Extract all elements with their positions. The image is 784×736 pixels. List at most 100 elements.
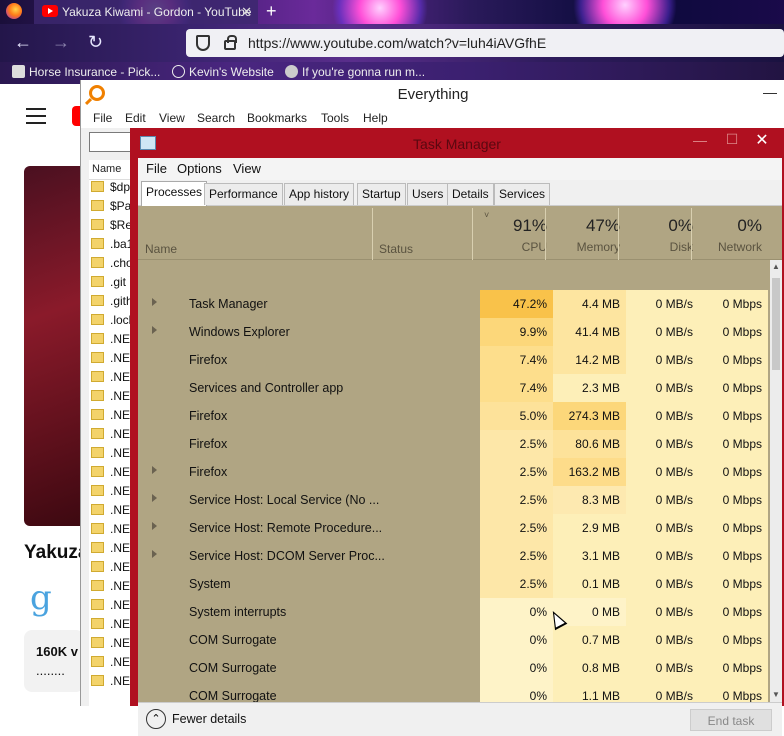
process-row[interactable]: Firefox 2.5% 163.2 MB 0 MB/s 0 Mbps xyxy=(138,458,768,486)
process-row[interactable]: Service Host: Local Service (No ... 2.5% 8… xyxy=(138,486,768,514)
column-divider[interactable] xyxy=(618,208,619,260)
lock-icon[interactable] xyxy=(224,35,237,50)
file-name: .git xyxy=(110,275,127,289)
expand-arrow-icon[interactable] xyxy=(152,466,157,474)
menu-file[interactable]: File xyxy=(146,161,167,176)
expand-arrow-icon[interactable] xyxy=(152,494,157,502)
everything-title-bar[interactable]: Everything — xyxy=(81,80,784,108)
process-row[interactable]: Service Host: Remote Procedure... 2.5% 2.9… xyxy=(138,514,768,542)
column-header-name[interactable]: Name xyxy=(145,242,177,256)
process-row[interactable]: Firefox 5.0% 274.3 MB 0 MB/s 0 Mbps xyxy=(138,402,768,430)
bookmark-run-m[interactable]: If you're gonna run m... xyxy=(285,65,425,79)
chevron-up-icon[interactable]: ⌃ xyxy=(146,709,166,729)
firefox-logo-icon[interactable] xyxy=(6,3,22,19)
process-row[interactable]: Firefox 2.5% 80.6 MB 0 MB/s 0 Mbps xyxy=(138,430,768,458)
process-row[interactable]: System 2.5% 0.1 MB 0 MB/s 0 Mbps xyxy=(138,570,768,598)
video-description-box[interactable]: 160K v ........ xyxy=(24,630,84,692)
column-divider[interactable] xyxy=(372,208,373,260)
process-disk: 0 MB/s xyxy=(626,570,699,598)
folder-icon xyxy=(91,257,104,268)
process-memory: 8.3 MB xyxy=(553,486,626,514)
bookmark-horse-insurance[interactable]: Horse Insurance - Pick... xyxy=(12,65,160,79)
expand-arrow-icon[interactable] xyxy=(152,550,157,558)
process-network: 0 Mbps xyxy=(699,318,768,346)
process-table-scrollbar[interactable]: ▲ ▼ xyxy=(770,260,782,702)
menu-file[interactable]: File xyxy=(93,111,112,125)
folder-icon xyxy=(91,561,104,572)
expand-arrow-icon[interactable] xyxy=(152,326,157,334)
process-memory: 2.9 MB xyxy=(553,514,626,542)
maximize-icon[interactable]: ☐ xyxy=(722,131,742,148)
minimize-icon[interactable]: — xyxy=(763,84,777,100)
expand-arrow-icon[interactable] xyxy=(152,298,157,306)
tab-processes[interactable]: Processes xyxy=(141,181,208,206)
menu-view[interactable]: View xyxy=(159,111,185,125)
task-manager-title-bar[interactable]: Task Manager — ☐ ✕ xyxy=(130,128,784,158)
tab-performance[interactable]: Performance xyxy=(204,183,283,205)
process-row[interactable]: Windows Explorer 9.9% 41.4 MB 0 MB/s 0 Mbps xyxy=(138,318,768,346)
column-divider[interactable] xyxy=(545,208,546,260)
expand-arrow-icon[interactable] xyxy=(152,522,157,530)
menu-help[interactable]: Help xyxy=(363,111,388,125)
process-name: Firefox xyxy=(189,465,228,479)
scrollbar-thumb[interactable] xyxy=(772,278,780,370)
channel-avatar[interactable]: g xyxy=(30,578,52,618)
process-row[interactable]: Task Manager 47.2% 4.4 MB 0 MB/s 0 Mbps xyxy=(138,290,768,318)
process-cpu: 0% xyxy=(480,598,553,626)
tab-close-icon[interactable]: ✕ xyxy=(241,4,252,20)
minimize-icon[interactable]: — xyxy=(690,132,710,148)
column-divider[interactable] xyxy=(691,208,692,260)
forward-arrow-icon[interactable]: → xyxy=(52,32,70,52)
menu-edit[interactable]: Edit xyxy=(125,111,146,125)
menu-view[interactable]: View xyxy=(233,161,261,176)
folder-icon xyxy=(91,504,104,515)
tracking-shield-icon[interactable] xyxy=(196,35,210,51)
folder-icon xyxy=(91,238,104,249)
process-network: 0 Mbps xyxy=(699,514,768,542)
menu-options[interactable]: Options xyxy=(177,161,222,176)
column-divider[interactable] xyxy=(472,208,473,260)
back-arrow-icon[interactable]: ← xyxy=(14,32,32,52)
tab-users[interactable]: Users xyxy=(407,183,449,205)
tab-startup[interactable]: Startup xyxy=(357,183,406,205)
bookmark-kevins-website[interactable]: Kevin's Website xyxy=(172,65,274,79)
process-row[interactable]: COM Surrogate 0% 0.7 MB 0 MB/s 0 Mbps xyxy=(138,626,768,654)
process-row[interactable]: Service Host: DCOM Server Proc... 2.5% 3.1… xyxy=(138,542,768,570)
fewer-details-link[interactable]: Fewer details xyxy=(172,712,246,726)
menu-bookmarks[interactable]: Bookmarks xyxy=(247,111,307,125)
browser-tab-bar: Yakuza Kiwami - Gordon - YouTube ✕ + xyxy=(0,0,784,40)
reload-icon[interactable]: ↻ xyxy=(88,32,103,52)
column-header-memory[interactable]: 47% Memory xyxy=(553,208,626,254)
process-row[interactable]: Firefox 7.4% 14.2 MB 0 MB/s 0 Mbps xyxy=(138,346,768,374)
scroll-up-icon[interactable]: ▲ xyxy=(770,262,782,272)
hamburger-menu-icon[interactable] xyxy=(26,108,46,129)
process-cpu: 0% xyxy=(480,626,553,654)
menu-search[interactable]: Search xyxy=(197,111,235,125)
process-name: COM Surrogate xyxy=(189,661,277,675)
process-network: 0 Mbps xyxy=(699,402,768,430)
process-row[interactable]: COM Surrogate 0% 0.8 MB 0 MB/s 0 Mbps xyxy=(138,654,768,682)
menu-tools[interactable]: Tools xyxy=(321,111,349,125)
browser-tab-youtube[interactable]: Yakuza Kiwami - Gordon - YouTube ✕ xyxy=(34,0,258,24)
column-header-cpu[interactable]: 91% CPU xyxy=(480,208,553,254)
url-bar[interactable]: https://www.youtube.com/watch?v=luh4iAVG… xyxy=(186,29,784,57)
new-tab-button[interactable]: + xyxy=(266,1,277,22)
process-row[interactable]: System interrupts 0% 0 MB 0 MB/s 0 Mbps xyxy=(138,598,768,626)
folder-icon xyxy=(91,333,104,344)
column-header-network[interactable]: 0% Network xyxy=(699,208,768,254)
tab-services[interactable]: Services xyxy=(494,183,551,205)
process-row[interactable]: Services and Controller app 7.4% 2.3 MB 0 M… xyxy=(138,374,768,402)
end-task-button[interactable]: End task xyxy=(690,709,772,731)
browser-nav-bar: ← → ↻ https://www.youtube.com/watch?v=lu… xyxy=(0,24,784,62)
process-network: 0 Mbps xyxy=(699,458,768,486)
tab-app-history[interactable]: App history xyxy=(284,183,355,205)
tab-details[interactable]: Details xyxy=(447,183,494,205)
column-header-status[interactable]: Status xyxy=(379,242,413,256)
folder-icon xyxy=(91,219,104,230)
process-cpu: 7.4% xyxy=(480,374,553,402)
close-icon[interactable]: ✕ xyxy=(740,128,784,152)
scroll-down-icon[interactable]: ▼ xyxy=(770,690,782,700)
column-header-disk[interactable]: 0% Disk xyxy=(626,208,699,254)
process-row[interactable]: COM Surrogate 0% 1.1 MB 0 MB/s 0 Mbps xyxy=(138,682,768,702)
process-network: 0 Mbps xyxy=(699,430,768,458)
